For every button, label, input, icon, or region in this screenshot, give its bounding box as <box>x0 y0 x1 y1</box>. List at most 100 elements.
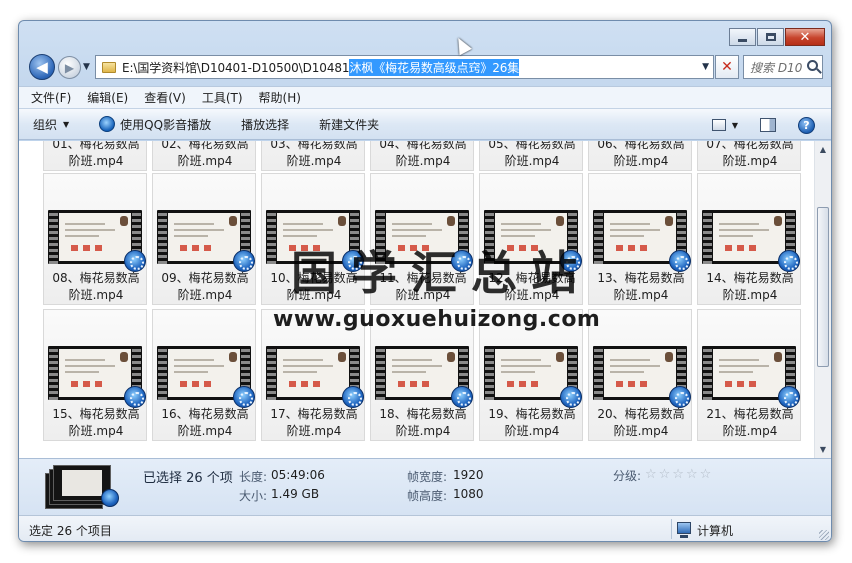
change-view-icon[interactable] <box>711 119 726 131</box>
file-name-line2: 阶班.mp4 <box>177 288 233 302</box>
qq-player-icon <box>342 386 364 408</box>
file-item[interactable]: 20、梅花易数高 阶班.mp4 <box>588 309 692 441</box>
scroll-thumb[interactable] <box>817 207 829 367</box>
rating-stars[interactable]: ☆☆☆☆☆ <box>645 467 713 482</box>
qq-player-icon <box>101 489 119 507</box>
minimize-icon <box>738 38 747 42</box>
file-name-line2: 阶班.mp4 <box>177 424 233 438</box>
recent-pages-button[interactable]: ▼ <box>83 62 90 72</box>
file-name-line2: 阶班.mp4 <box>395 424 451 438</box>
file-name-line2: 阶班.mp4 <box>613 154 669 168</box>
menu-help[interactable]: 帮助(H) <box>259 89 301 106</box>
address-dropdown-icon[interactable]: ▼ <box>702 62 709 72</box>
menu-view[interactable]: 查看(V) <box>144 89 186 106</box>
file-item[interactable]: 21、梅花易数高 阶班.mp4 <box>697 309 801 441</box>
new-folder-button[interactable]: 新建文件夹 <box>319 116 379 133</box>
stop-icon: ✕ <box>721 59 733 75</box>
search-box[interactable]: 搜索 D104... <box>743 55 823 79</box>
forward-button[interactable]: ▶ <box>58 56 81 79</box>
file-item[interactable]: 13、梅花易数高 阶班.mp4 <box>588 173 692 305</box>
file-name: 08、梅花易数高 阶班.mp4 <box>44 270 148 304</box>
file-name: 17、梅花易数高 阶班.mp4 <box>262 406 366 440</box>
maximize-button[interactable] <box>757 28 784 46</box>
file-item[interactable]: 06、梅花易数高阶班.mp4 <box>588 141 692 171</box>
file-name-line1: 09、梅花易数高 <box>161 271 249 285</box>
file-name: 15、梅花易数高 阶班.mp4 <box>44 406 148 440</box>
help-icon[interactable]: ? <box>798 116 815 134</box>
file-item[interactable]: 14、梅花易数高 阶班.mp4 <box>697 173 801 305</box>
file-name-line1: 13、梅花易数高 <box>597 271 685 285</box>
file-name-line1: 17、梅花易数高 <box>270 407 358 421</box>
file-item[interactable]: 15、梅花易数高 阶班.mp4 <box>43 309 147 441</box>
vertical-scrollbar[interactable]: ▲ ▼ <box>814 141 831 458</box>
file-name-line1: 05、梅花易数高 <box>488 141 576 151</box>
file-name: 03、梅花易数高 阶班.mp4 <box>262 141 366 170</box>
caption-buttons: ✕ <box>729 28 825 46</box>
search-icon[interactable] <box>807 60 818 71</box>
view-menu-caret-icon[interactable]: ▼ <box>732 121 738 130</box>
file-name: 19、梅花易数高 阶班.mp4 <box>480 406 584 440</box>
file-name-line2: 阶班.mp4 <box>68 424 124 438</box>
preview-pane-icon[interactable] <box>760 118 776 132</box>
address-path-selected: 沐枫《梅花易数高级点窍》26集 <box>349 58 520 76</box>
search-input[interactable]: 搜索 D104... <box>744 59 802 76</box>
file-item[interactable]: 02、梅花易数高 阶班.mp4 <box>152 141 256 171</box>
file-item[interactable]: 04、梅花易数高 阶班.mp4 <box>370 141 474 171</box>
size-value: 1.49 GB <box>271 487 320 501</box>
scroll-down-icon[interactable]: ▼ <box>815 441 831 458</box>
chevron-down-icon: ▼ <box>63 119 70 129</box>
file-name-line1: 16、梅花易数高 <box>161 407 249 421</box>
address-bar[interactable]: E:\国学资料馆\D10401-D10500\D10481 沐枫《梅花易数高级点… <box>95 55 714 79</box>
file-item[interactable]: 05、梅花易数高阶班.mp4 <box>479 141 583 171</box>
resize-grip[interactable] <box>819 530 829 540</box>
organize-button[interactable]: 组织 ▼ <box>33 116 69 133</box>
navigation-row: ◀ ▶ ▼ E:\国学资料馆\D10401-D10500\D10481 沐枫《梅… <box>27 53 825 83</box>
scroll-up-icon[interactable]: ▲ <box>815 141 831 158</box>
play-selected-button[interactable]: 播放选择 <box>241 116 289 133</box>
file-name-line2: 阶班.mp4 <box>722 288 778 302</box>
file-name: 21、梅花易数高 阶班.mp4 <box>698 406 802 440</box>
watermark-url: www.guoxuehuizong.com <box>273 307 601 332</box>
menu-edit[interactable]: 编辑(E) <box>87 89 128 106</box>
file-name-line1: 06、梅花易数高 <box>597 141 685 151</box>
file-item[interactable]: 16、梅花易数高 阶班.mp4 <box>152 309 256 441</box>
status-selection: 选定 26 个项目 <box>29 524 112 538</box>
file-name-line2: 阶班.mp4 <box>395 154 451 168</box>
status-location: 计算机 <box>697 524 734 538</box>
qq-player-icon <box>778 250 800 272</box>
file-name: 16、梅花易数高 阶班.mp4 <box>153 406 257 440</box>
menu-file[interactable]: 文件(F) <box>31 89 71 106</box>
file-item[interactable]: 09、梅花易数高 阶班.mp4 <box>152 173 256 305</box>
file-name-line1: 08、梅花易数高 <box>52 271 140 285</box>
file-name: 05、梅花易数高阶班.mp4 <box>480 141 584 170</box>
file-name: 01、梅花易数高 阶班.mp4 <box>44 141 148 170</box>
qq-play-button[interactable]: 使用QQ影音播放 <box>99 116 211 133</box>
frame-height-value: 1080 <box>453 487 484 501</box>
file-item[interactable]: 03、梅花易数高 阶班.mp4 <box>261 141 365 171</box>
close-button[interactable]: ✕ <box>785 28 825 46</box>
computer-icon <box>677 522 691 538</box>
file-name-line2: 阶班.mp4 <box>722 424 778 438</box>
minimize-button[interactable] <box>729 28 756 46</box>
stop-button[interactable]: ✕ <box>715 55 739 79</box>
file-name-line2: 阶班.mp4 <box>504 154 560 168</box>
file-item[interactable]: 07、梅花易数高 阶班.mp4 <box>697 141 801 171</box>
details-pane: 已选择 26 个项 长度: 05:49:06 大小: 1.49 GB 帧宽度: … <box>19 458 831 515</box>
file-name-line2: 阶班.mp4 <box>286 154 342 168</box>
file-name-line1: 14、梅花易数高 <box>706 271 794 285</box>
menu-tools[interactable]: 工具(T) <box>202 89 243 106</box>
explorer-window: ✕ ◀ ▶ ▼ E:\国学资料馆\D10401-D10500\D10481 沐枫… <box>18 20 832 542</box>
status-bar: 选定 26 个项目 计算机 <box>19 515 831 541</box>
file-item[interactable]: 08、梅花易数高 阶班.mp4 <box>43 173 147 305</box>
back-button[interactable]: ◀ <box>29 54 55 80</box>
selection-count: 已选择 26 个项 <box>143 471 233 486</box>
qq-player-icon <box>233 386 255 408</box>
file-item[interactable]: 01、梅花易数高 阶班.mp4 <box>43 141 147 171</box>
file-name-line1: 20、梅花易数高 <box>597 407 685 421</box>
arrow-left-icon: ◀ <box>36 58 48 76</box>
qq-player-icon <box>124 250 146 272</box>
organize-label: 组织 <box>33 117 58 132</box>
file-name-line2: 阶班.mp4 <box>286 424 342 438</box>
file-name-line1: 02、梅花易数高 <box>161 141 249 151</box>
frame-width-value: 1920 <box>453 468 484 482</box>
